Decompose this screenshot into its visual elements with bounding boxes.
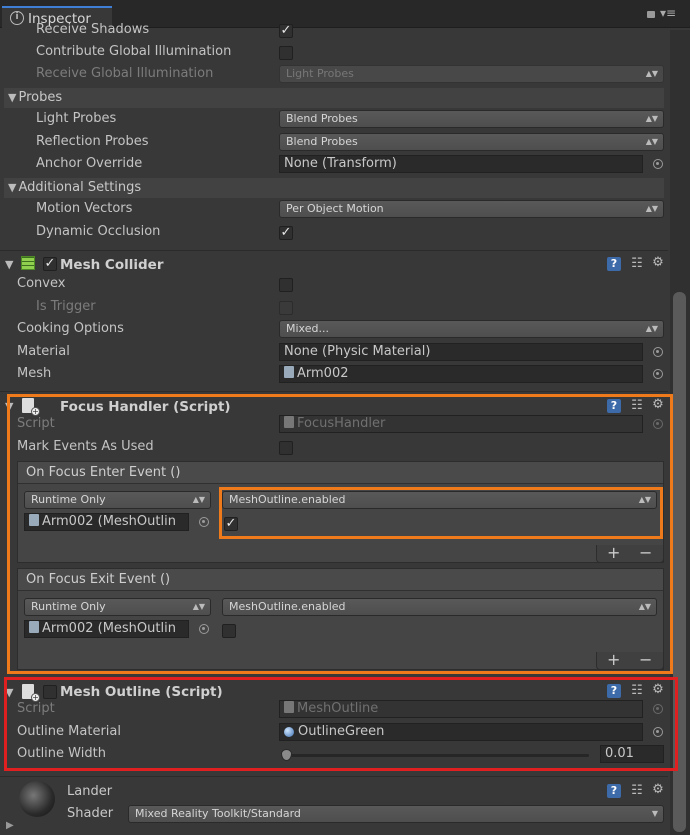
cooking-options-label: Cooking Options (17, 321, 124, 336)
gear-icon[interactable]: ⚙ (651, 256, 665, 270)
mesh-collider-enabled-checkbox[interactable]: ✓ (43, 257, 57, 271)
dynamic-occlusion-checkbox[interactable]: ✓ (279, 226, 293, 240)
is-trigger-checkbox[interactable] (279, 301, 293, 315)
mesh-field[interactable]: Arm002 (279, 365, 643, 383)
mesh-collider-title: Mesh Collider (60, 257, 164, 273)
foldout-icon[interactable]: ▼ (5, 258, 13, 271)
additional-settings-header[interactable]: ▼ Additional Settings (4, 178, 664, 198)
material-label: Material (17, 344, 70, 359)
convex-label: Convex (17, 276, 66, 291)
reflection-probes-label: Reflection Probes (36, 134, 149, 149)
preset-icon[interactable]: ☷ (630, 784, 644, 798)
additional-settings-label: Additional Settings (18, 180, 142, 195)
reflection-probes-dropdown[interactable]: Blend Probes ▲▼ (279, 133, 664, 151)
lock-icon[interactable] (647, 11, 655, 18)
info-icon: i (10, 11, 24, 25)
preset-icon[interactable]: ☷ (630, 257, 644, 271)
object-picker-icon[interactable] (653, 369, 663, 379)
mesh-outline-highlight (4, 677, 678, 771)
probes-header[interactable]: ▼ Probes (4, 88, 664, 108)
foldout-icon: ▼ (8, 181, 17, 194)
is-trigger-label: Is Trigger (36, 299, 96, 314)
shader-dropdown[interactable]: Mixed Reality Toolkit/Standard ▼ (128, 805, 664, 823)
receive-gi-label: Receive Global Illumination (36, 66, 214, 81)
material-preview-icon (19, 781, 55, 817)
probes-header-label: Probes (18, 90, 63, 105)
gear-icon[interactable]: ⚙ (651, 783, 665, 797)
receive-shadows-checkbox[interactable]: ✓ (279, 24, 293, 38)
receive-gi-dropdown[interactable]: Light Probes ▲▼ (279, 65, 664, 83)
mesh-collider-icon (21, 256, 35, 270)
mesh-icon (284, 366, 294, 378)
function-highlight (219, 487, 663, 539)
divider (0, 776, 668, 777)
material-name: Lander (67, 784, 113, 799)
convex-checkbox[interactable] (279, 278, 293, 292)
anchor-override-label: Anchor Override (36, 156, 143, 171)
contribute-gi-checkbox[interactable] (279, 46, 293, 60)
motion-vectors-label: Motion Vectors (36, 201, 133, 216)
shader-label: Shader (67, 806, 114, 821)
light-probes-dropdown[interactable]: Blend Probes ▲▼ (279, 110, 664, 128)
contribute-gi-label: Contribute Global Illumination (36, 44, 232, 59)
divider (0, 391, 668, 392)
object-picker-icon[interactable] (653, 159, 663, 169)
physic-material-field[interactable]: None (Physic Material) (279, 343, 643, 361)
receive-shadows-label: Receive Shadows (36, 22, 150, 37)
help-icon[interactable]: ? (607, 784, 621, 798)
object-picker-icon[interactable] (653, 347, 663, 357)
help-icon[interactable]: ? (607, 257, 621, 271)
dynamic-occlusion-label: Dynamic Occlusion (36, 224, 161, 239)
anchor-override-field[interactable]: None (Transform) (279, 155, 643, 173)
foldout-icon[interactable]: ▶ (6, 820, 14, 831)
tab-menu-icon[interactable]: ▾≡ (660, 6, 676, 20)
motion-vectors-dropdown[interactable]: Per Object Motion ▲▼ (279, 200, 664, 218)
light-probes-label: Light Probes (36, 111, 117, 126)
divider (0, 250, 668, 251)
mesh-label: Mesh (17, 366, 52, 381)
cooking-options-dropdown[interactable]: Mixed... ▲▼ (279, 320, 664, 338)
foldout-icon: ▼ (8, 91, 17, 104)
